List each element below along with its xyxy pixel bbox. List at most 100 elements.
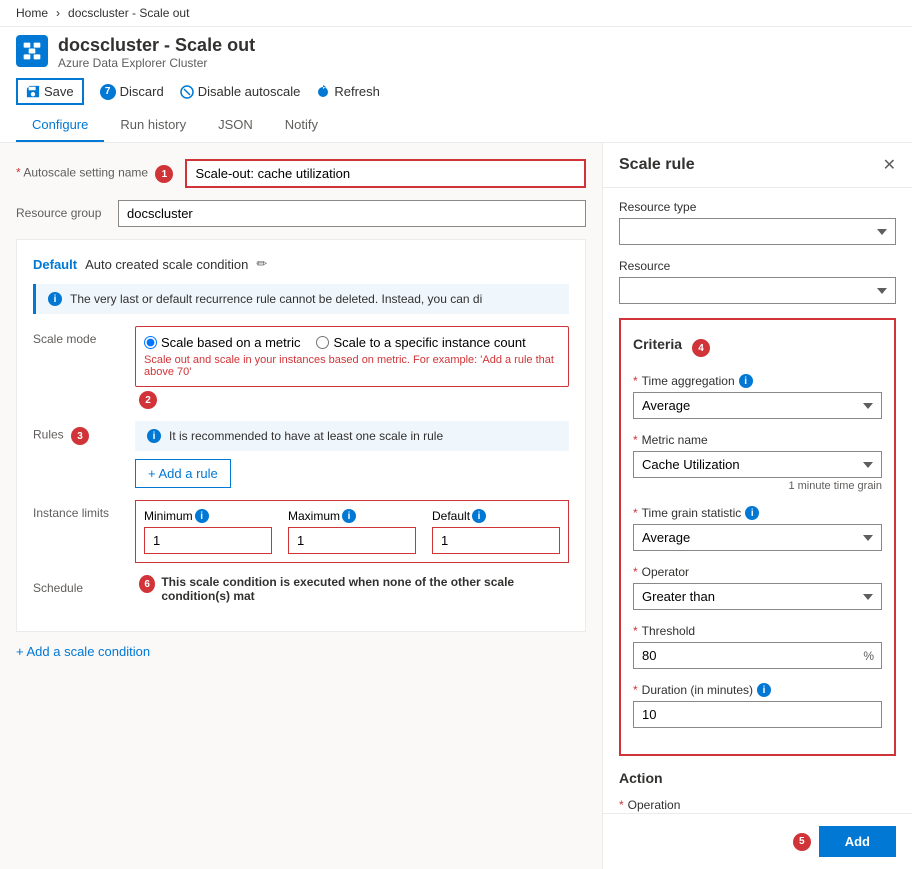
max-input[interactable] — [288, 527, 416, 554]
page-title: docscluster - Scale out — [58, 35, 255, 56]
condition-title: Auto created scale condition — [85, 257, 248, 272]
operator-select[interactable]: Greater than — [633, 583, 882, 610]
discard-button[interactable]: 7 Discard — [100, 80, 164, 104]
save-icon — [26, 85, 40, 99]
rules-group: Rules 3 i It is recommended to have at l… — [33, 421, 569, 488]
time-aggregation-select[interactable]: Average — [633, 392, 882, 419]
add-scale-condition-button[interactable]: + Add a scale condition — [16, 644, 586, 659]
default-info-icon[interactable]: i — [472, 509, 486, 523]
scale-mode-box: Scale based on a metric Scale to a speci… — [135, 326, 569, 387]
max-info-icon[interactable]: i — [342, 509, 356, 523]
main-content: * Autoscale setting name 1 Resource grou… — [0, 143, 912, 869]
resource-group-field: Resource — [619, 259, 896, 304]
add-button[interactable]: Add — [819, 826, 896, 857]
min-input[interactable] — [144, 527, 272, 554]
schedule-text: This scale condition is executed when no… — [161, 575, 569, 603]
discard-label: Discard — [120, 84, 164, 99]
time-aggregation-group: * Time aggregation i Average — [633, 374, 882, 419]
radio-metric[interactable]: Scale based on a metric — [144, 335, 300, 350]
cluster-icon — [16, 35, 48, 67]
breadcrumb-current: docscluster - Scale out — [68, 6, 189, 20]
resource-type-select[interactable] — [619, 218, 896, 245]
criteria-title: Criteria — [633, 336, 682, 352]
scale-condition-card: Default Auto created scale condition ✏ i… — [16, 239, 586, 632]
step1-badge: 1 — [155, 165, 173, 183]
tab-configure[interactable]: Configure — [16, 109, 104, 142]
step2-badge: 2 — [139, 391, 157, 409]
left-panel: * Autoscale setting name 1 Resource grou… — [0, 143, 602, 869]
time-grain-info[interactable]: i — [745, 506, 759, 520]
scale-rule-panel: Scale rule ✕ Resource type Resource — [602, 143, 912, 869]
default-input[interactable] — [432, 527, 560, 554]
step3-badge: 3 — [71, 427, 89, 445]
default-field: Default i — [432, 509, 560, 554]
threshold-group: * Threshold % — [633, 624, 882, 669]
tab-notify[interactable]: Notify — [269, 109, 334, 142]
instance-limits-group: Instance limits Minimum i — [33, 500, 569, 563]
scale-desc: Scale out and scale in your instances ba… — [144, 354, 560, 378]
metric-name-group: * Metric name Cache Utilization 1 minute… — [633, 433, 882, 492]
page-header: docscluster - Scale out Azure Data Explo… — [0, 27, 912, 143]
tab-json[interactable]: JSON — [202, 109, 269, 142]
metric-note: 1 minute time grain — [633, 480, 882, 492]
header-text: docscluster - Scale out Azure Data Explo… — [58, 35, 255, 70]
scale-mode-group: Scale mode Scale based on a metric Scale… — [33, 326, 569, 409]
action-section: Action * Operation Increase count by — [619, 770, 896, 813]
metric-name-select[interactable]: Cache Utilization — [633, 451, 882, 478]
right-panel-title: Scale rule — [619, 156, 695, 174]
save-button[interactable]: Save — [16, 78, 84, 105]
rules-info-box: i It is recommended to have at least one… — [135, 421, 569, 451]
duration-input[interactable] — [633, 701, 882, 728]
action-title: Action — [619, 770, 896, 786]
min-field: Minimum i — [144, 509, 272, 554]
instance-limits-inputs: Minimum i Maximum i — [144, 509, 560, 554]
breadcrumb-home[interactable]: Home — [16, 6, 48, 20]
resource-select[interactable] — [619, 277, 896, 304]
min-info-icon[interactable]: i — [195, 509, 209, 523]
cluster-svg — [22, 41, 42, 61]
edit-icon[interactable]: ✏ — [256, 256, 267, 272]
condition-header: Default Auto created scale condition ✏ — [33, 256, 569, 272]
add-rule-button[interactable]: + Add a rule — [135, 459, 231, 488]
right-panel-header: Scale rule ✕ — [603, 143, 912, 188]
tab-bar: Configure Run history JSON Notify — [16, 109, 896, 142]
breadcrumb: Home › docscluster - Scale out — [0, 0, 912, 27]
operator-group: * Operator Greater than — [633, 565, 882, 610]
time-agg-info[interactable]: i — [739, 374, 753, 388]
duration-group: * Duration (in minutes) i — [633, 683, 882, 728]
radio-instance[interactable]: Scale to a specific instance count — [316, 335, 525, 350]
save-label: Save — [44, 84, 74, 99]
refresh-label: Refresh — [334, 84, 380, 99]
close-button[interactable]: ✕ — [883, 155, 896, 175]
refresh-button[interactable]: Refresh — [316, 80, 380, 103]
right-panel-footer: 5 Add — [603, 813, 912, 869]
autoscale-name-group: * Autoscale setting name 1 — [16, 159, 586, 188]
schedule-group: Schedule 6 This scale condition is execu… — [33, 575, 569, 603]
toolbar: Save 7 Discard Disable autoscale Refresh — [16, 78, 896, 105]
disable-autoscale-button[interactable]: Disable autoscale — [180, 80, 301, 103]
discard-badge: 7 — [100, 84, 116, 100]
right-panel-body: Resource type Resource Criteri — [603, 188, 912, 813]
tab-run-history[interactable]: Run history — [104, 109, 202, 142]
disable-label: Disable autoscale — [198, 84, 301, 99]
criteria-section: Criteria 4 * Time aggregation i Average — [619, 318, 896, 756]
threshold-pct: % — [863, 649, 874, 663]
autoscale-name-input[interactable] — [185, 159, 586, 188]
threshold-input[interactable] — [633, 642, 882, 669]
operation-group: * Operation Increase count by — [619, 798, 896, 813]
max-field: Maximum i — [288, 509, 416, 554]
rules-info-icon: i — [147, 429, 161, 443]
step4-badge: 4 — [692, 339, 710, 357]
duration-info[interactable]: i — [757, 683, 771, 697]
limits-box: Minimum i Maximum i — [135, 500, 569, 563]
step6-badge: 6 — [139, 575, 155, 593]
time-grain-select[interactable]: Average — [633, 524, 882, 551]
resource-group-group: Resource group — [16, 200, 586, 227]
warning-icon: i — [48, 292, 62, 306]
refresh-icon — [316, 85, 330, 99]
scale-mode-radio-group: Scale based on a metric Scale to a speci… — [144, 335, 560, 350]
step5-badge: 5 — [793, 833, 811, 851]
resource-group-input[interactable] — [118, 200, 586, 227]
disable-icon — [180, 85, 194, 99]
condition-label: Default — [33, 257, 77, 272]
